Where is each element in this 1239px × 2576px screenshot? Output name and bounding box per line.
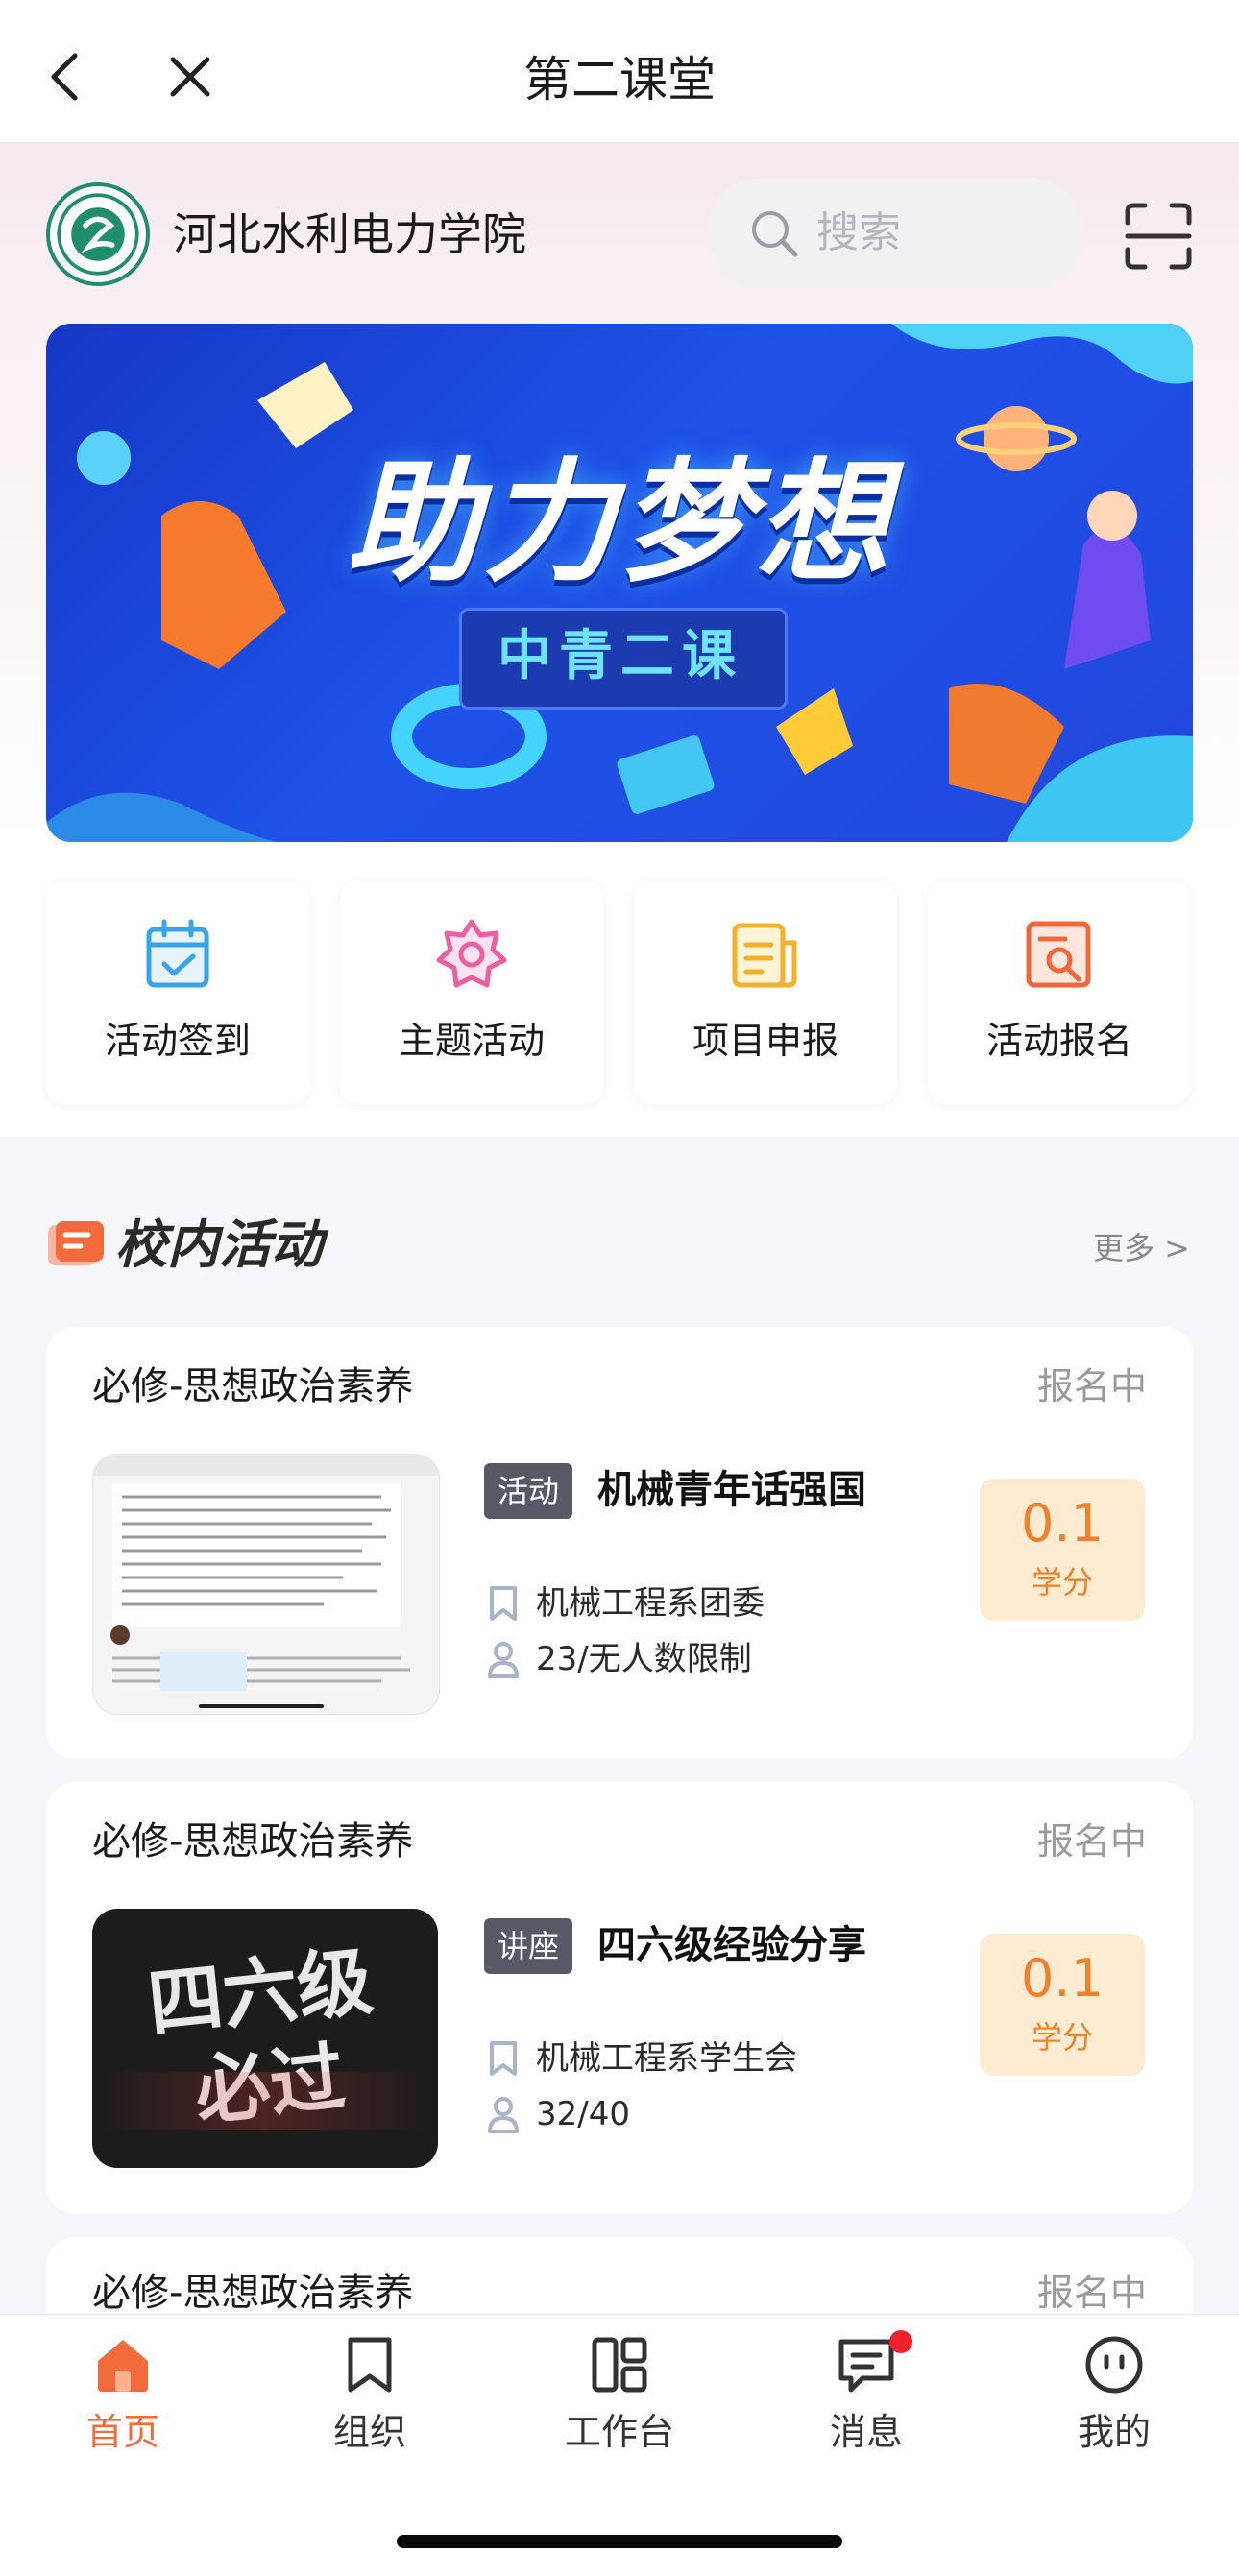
person-icon	[488, 2097, 519, 2133]
badge-star-icon	[436, 919, 507, 988]
quick-action-label: 项目申报	[692, 1020, 838, 1062]
activity-title: 四六级经验分享	[597, 1923, 866, 1967]
tab-messages[interactable]: 消息	[790, 2330, 943, 2468]
school-name: 河北水利电力学院	[173, 208, 526, 260]
quick-action-project-report[interactable]: 项目申报	[634, 881, 897, 1104]
activity-type-tag: 活动	[484, 1463, 573, 1519]
search-icon	[752, 211, 798, 257]
tab-label: 首页	[85, 2411, 159, 2453]
tab-label: 消息	[829, 2411, 903, 2453]
quick-action-theme-activity[interactable]: 主题活动	[340, 881, 603, 1104]
credit-badge: 0.1 学分	[980, 1479, 1145, 1621]
school-logo	[46, 182, 150, 286]
search-placeholder: 搜索	[816, 208, 901, 257]
activity-category: 必修-思想政治素养	[92, 2271, 414, 2314]
screenshot-thumbnail-image	[93, 1455, 439, 1708]
promo-banner[interactable]: 助力梦想 中青二课	[46, 324, 1193, 842]
navigation-bar: 第二课堂	[0, 0, 1239, 143]
credit-badge: 0.1 学分	[980, 1934, 1145, 2076]
activity-participants: 32/40	[536, 2095, 630, 2133]
banner-subtitle: 中青二课	[498, 625, 743, 687]
activity-thumbnail: 四六级 必过	[92, 1909, 438, 2168]
more-link[interactable]: 更多 >	[1093, 1227, 1190, 1269]
home-indicator-area	[0, 2477, 1239, 2576]
activity-thumbnail	[92, 1454, 440, 1715]
section-title: 校内活动	[115, 1215, 323, 1275]
quick-action-label: 活动签到	[104, 1020, 251, 1062]
tab-organization[interactable]: 组织	[293, 2334, 447, 2468]
activity-card[interactable]: 必修-思想政治素养 报名中 四六级 必过 讲座 四六级经验分享 机械工程系学生会…	[46, 1782, 1193, 2214]
activity-card[interactable]: 必修-思想政治素养 报名中	[46, 2237, 1193, 2314]
activity-status: 报名中	[1036, 1820, 1147, 1863]
tab-workbench[interactable]: 工作台	[543, 2334, 696, 2468]
document-report-icon	[732, 923, 797, 988]
tab-label: 我的	[1077, 2411, 1151, 2453]
activity-status: 报名中	[1036, 1365, 1147, 1408]
search-document-icon	[1026, 921, 1091, 988]
tab-home[interactable]: 首页	[46, 2334, 200, 2468]
tab-profile[interactable]: 我的	[1037, 2334, 1191, 2468]
activity-organizer: 机械工程系学生会	[536, 2039, 797, 2078]
quick-action-activity-signup[interactable]: 活动报名	[928, 881, 1191, 1104]
calendar-check-icon	[146, 919, 209, 988]
quick-action-activity-checkin[interactable]: 活动签到	[46, 881, 309, 1104]
page-title: 第二课堂	[523, 52, 716, 108]
message-icon	[838, 2339, 894, 2393]
notification-dot	[889, 2330, 912, 2353]
activity-title: 机械青年话强国	[597, 1468, 866, 1512]
credit-value: 0.1	[1021, 1948, 1104, 2009]
activity-category: 必修-思想政治素养	[92, 1819, 414, 1864]
activity-organizer: 机械工程系团委	[536, 1584, 765, 1623]
profile-face-icon	[1085, 2336, 1143, 2394]
tab-label: 组织	[332, 2411, 406, 2453]
activity-participants: 23/无人数限制	[536, 1640, 752, 1678]
quick-action-label: 主题活动	[398, 1020, 545, 1062]
quick-action-label: 活动报名	[985, 1020, 1132, 1062]
activity-card[interactable]: 必修-思想政治素养 报名中 活动 机械青年话强国 机械工程系团委 23/无人数限…	[46, 1327, 1193, 1759]
person-icon	[488, 1642, 519, 1678]
banner-title: 助力梦想	[346, 445, 892, 600]
dashboard-icon	[592, 2337, 647, 2393]
bookmark-icon	[490, 2041, 517, 2076]
bottom-tab-bar: 首页 组织 工作台 消息 我的	[0, 2314, 1239, 2478]
bookmark-icon	[490, 1586, 517, 1621]
scan-icon[interactable]	[1124, 202, 1193, 271]
credit-unit: 学分	[1031, 2019, 1093, 2056]
bookmark-icon	[348, 2337, 392, 2393]
search-input[interactable]: 搜索	[707, 178, 1083, 289]
thumbnail-highlight	[102, 2072, 428, 2130]
tab-label: 工作台	[564, 2411, 674, 2453]
activity-category: 必修-思想政治素养	[92, 1364, 414, 1408]
home-indicator[interactable]	[397, 2535, 842, 2548]
credit-unit: 学分	[1031, 1564, 1093, 1601]
home-icon	[98, 2340, 148, 2392]
activity-type-tag: 讲座	[484, 1918, 573, 1974]
credit-value: 0.1	[1021, 1493, 1104, 1553]
activity-status: 报名中	[1036, 2272, 1147, 2314]
section-campus-activity-icon	[48, 1221, 104, 1265]
